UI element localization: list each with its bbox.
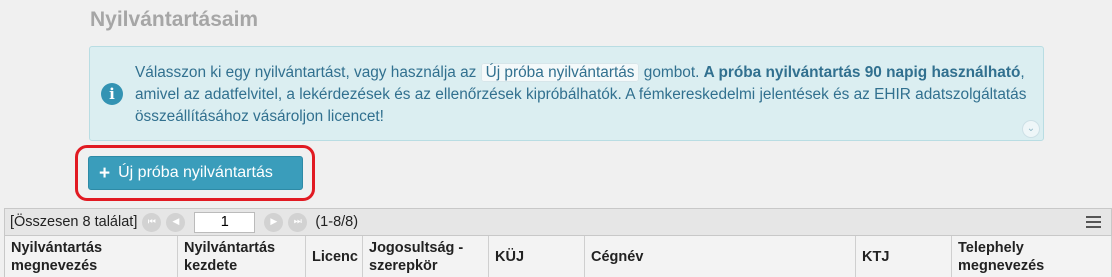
page-range: (1-8/8): [315, 214, 359, 230]
page-number-input[interactable]: [194, 211, 256, 233]
info-text-after: gombot.: [639, 64, 704, 81]
page-title: Nyilvántartásaim: [90, 8, 259, 31]
column-header[interactable]: Jogosultság - szerepkör: [363, 236, 489, 277]
first-page-icon[interactable]: ⏮: [142, 212, 162, 232]
total-count: [Összesen 8 találat]: [10, 214, 138, 230]
column-header[interactable]: Nyilvántartás kezdete: [178, 236, 306, 277]
new-trial-register-button[interactable]: + Új próba nyilvántartás: [88, 156, 303, 190]
info-bold-text: A próba nyilvántartás 90 napig használha…: [703, 64, 1021, 81]
info-text: Válasszon ki egy nyilvántartást, vagy ha…: [135, 62, 1035, 128]
prev-page-icon[interactable]: ◀: [166, 212, 186, 232]
column-header[interactable]: Telephely megnevezés: [952, 236, 1112, 277]
column-header[interactable]: KTJ: [856, 236, 952, 277]
info-alert: i Válasszon ki egy nyilvántartást, vagy …: [89, 46, 1044, 141]
inline-button-reference: Új próba nyilvántartás: [480, 63, 640, 82]
column-header[interactable]: Cégnév: [585, 236, 856, 277]
info-icon: i: [101, 83, 123, 105]
column-header[interactable]: Licenc: [306, 236, 363, 277]
last-page-icon[interactable]: ⏭: [288, 212, 308, 232]
plus-icon: +: [99, 162, 111, 184]
chevron-down-icon[interactable]: ⌄: [1022, 120, 1040, 138]
column-header[interactable]: KÜJ: [489, 236, 585, 277]
info-text-before: Válasszon ki egy nyilvántartást, vagy ha…: [135, 64, 481, 81]
column-header[interactable]: Nyilvántartás megnevezés: [5, 236, 178, 277]
pager-toolbar: [Összesen 8 találat] ⏮ ◀ ▶ ⏭ (1-8/8): [4, 208, 1112, 236]
next-page-icon[interactable]: ▶: [264, 212, 284, 232]
menu-icon[interactable]: [1086, 216, 1101, 228]
table-header: Nyilvántartás megnevezés Nyilvántartás k…: [4, 236, 1112, 277]
new-trial-button-label: Új próba nyilvántartás: [118, 164, 273, 181]
